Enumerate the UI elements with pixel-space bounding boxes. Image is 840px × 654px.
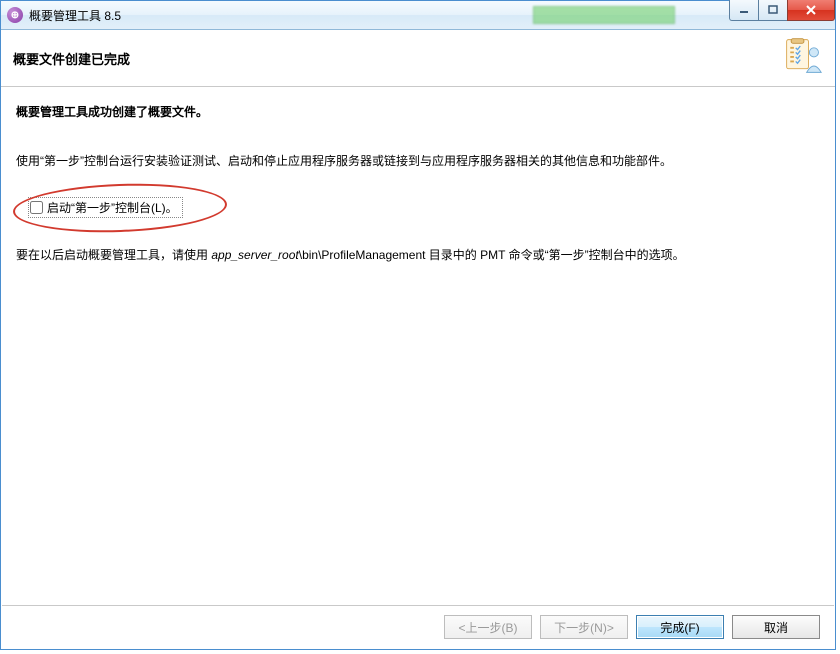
wizard-header: 概要文件创建已完成 xyxy=(1,30,835,87)
window-controls xyxy=(730,0,835,20)
launch-first-steps-checkbox[interactable] xyxy=(30,201,43,214)
minimize-icon xyxy=(739,5,749,15)
success-message: 概要管理工具成功创建了概要文件。 xyxy=(16,103,820,122)
finish-button[interactable]: 完成(F) xyxy=(636,615,724,639)
wizard-content: 概要管理工具成功创建了概要文件。 使用“第一步”控制台运行安装验证测试、启动和停… xyxy=(2,87,834,605)
header-icon xyxy=(783,38,823,78)
maximize-icon xyxy=(768,5,778,15)
page-title: 概要文件创建已完成 xyxy=(13,49,130,68)
instruction-text-2: 要在以后启动概要管理工具，请使用 app_server_root\bin\Pro… xyxy=(16,246,820,265)
next-button: 下一步(N)> xyxy=(540,615,628,639)
instruction-text-2-post: \bin\ProfileManagement 目录中的 PMT 命令或“第一步”… xyxy=(299,248,685,262)
clipboard-person-icon xyxy=(783,34,823,78)
back-button: <上一步(B) xyxy=(444,615,532,639)
maximize-button[interactable] xyxy=(758,0,788,21)
close-button[interactable] xyxy=(787,0,835,21)
instruction-text-2-pre: 要在以后启动概要管理工具，请使用 xyxy=(16,248,211,262)
app-server-root-path: app_server_root xyxy=(211,248,298,262)
app-icon: ⊕ xyxy=(7,7,23,23)
title-bar: ⊕ 概要管理工具 8.5 xyxy=(1,1,835,30)
window-title: 概要管理工具 8.5 xyxy=(29,7,121,24)
cancel-button[interactable]: 取消 xyxy=(732,615,820,639)
minimize-button[interactable] xyxy=(729,0,759,21)
launch-first-steps-option[interactable]: 启动“第一步”控制台(L)。 xyxy=(28,197,183,218)
redaction-strip xyxy=(533,6,675,24)
close-icon xyxy=(805,5,817,15)
instruction-text-1: 使用“第一步”控制台运行安装验证测试、启动和停止应用程序服务器或链接到与应用程序… xyxy=(16,152,820,171)
wizard-window: ⊕ 概要管理工具 8.5 概要文件创建已完成 xyxy=(0,0,836,650)
wizard-button-bar: <上一步(B) 下一步(N)> 完成(F) 取消 xyxy=(2,605,834,648)
launch-first-steps-label: 启动“第一步”控制台(L)。 xyxy=(47,199,178,216)
